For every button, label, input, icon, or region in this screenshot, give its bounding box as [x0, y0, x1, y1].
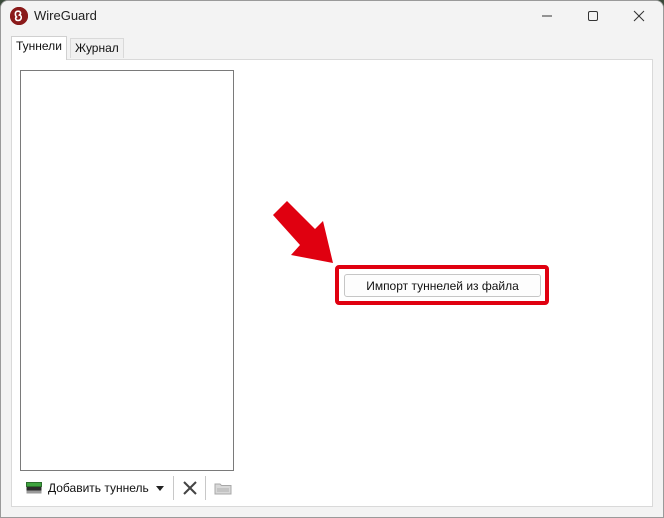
tab-tunnels[interactable]: Туннели — [11, 36, 67, 60]
tab-log-label: Журнал — [75, 41, 119, 55]
close-button[interactable] — [616, 1, 662, 31]
tunnel-list[interactable] — [20, 70, 234, 471]
export-tunnels-button[interactable] — [212, 477, 234, 499]
export-icon — [214, 483, 232, 495]
add-tunnel-icon — [26, 482, 42, 494]
import-tunnels-button[interactable]: Импорт туннелей из файла — [344, 274, 541, 297]
maximize-button[interactable] — [570, 1, 616, 31]
minimize-button[interactable] — [524, 1, 570, 31]
add-tunnel-label: Добавить туннель — [48, 481, 149, 495]
chevron-down-icon — [156, 485, 164, 491]
import-tunnels-label: Импорт туннелей из файла — [366, 278, 519, 293]
toolbar-separator — [173, 476, 174, 500]
add-tunnel-dropdown[interactable] — [152, 478, 168, 498]
tunnels-panel: Добавить туннель — [11, 59, 653, 507]
maximize-icon — [588, 11, 598, 21]
window-title: WireGuard — [34, 8, 97, 23]
tunnel-list-toolbar: Добавить туннель — [20, 474, 240, 502]
close-icon — [633, 10, 645, 22]
delete-tunnel-button[interactable] — [179, 477, 201, 499]
title-bar[interactable]: WireGuard — [1, 1, 663, 31]
add-tunnel-button[interactable]: Добавить туннель — [26, 478, 149, 498]
tab-tunnels-label: Туннели — [16, 39, 62, 53]
delete-icon — [183, 481, 197, 495]
wireguard-window: WireGuard Туннели Журнал Добавить туннел… — [0, 0, 664, 518]
red-arrow-annotation — [273, 201, 333, 263]
tab-log[interactable]: Журнал — [70, 38, 124, 58]
toolbar-separator — [205, 476, 206, 500]
minimize-icon — [542, 15, 552, 17]
wireguard-logo-icon — [10, 7, 28, 25]
